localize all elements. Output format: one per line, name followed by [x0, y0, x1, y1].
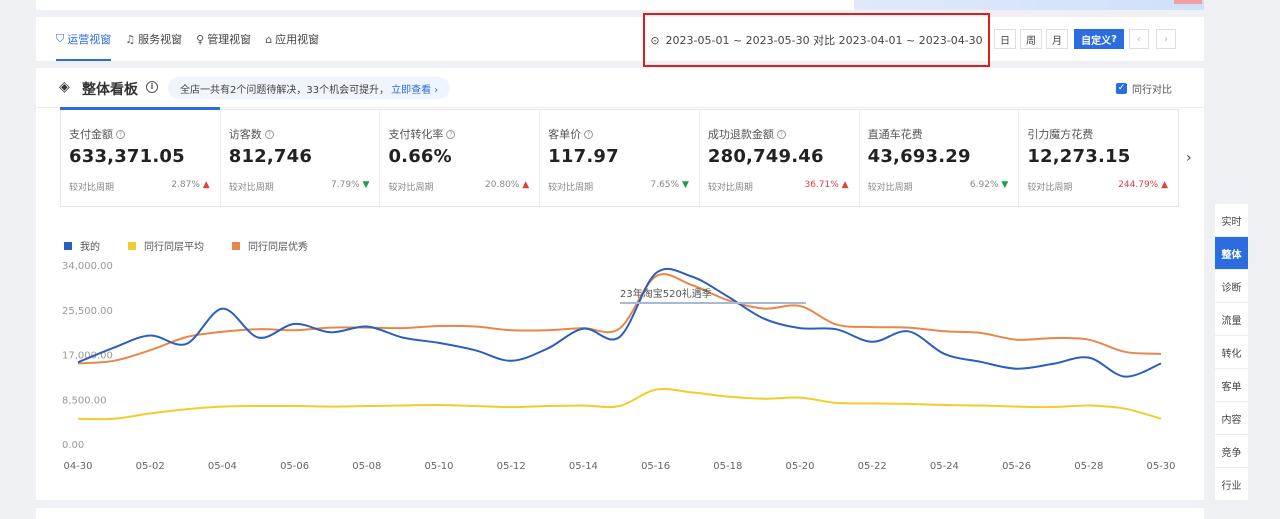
bulb-icon: ♀ [196, 32, 205, 46]
custom-label: 自定义 [1081, 35, 1112, 47]
chevron-right-icon: › [1164, 33, 1168, 45]
x-tick-label: 05-30 [1146, 461, 1175, 472]
overview-panel: ◈ 整体看板 i 全店一共有2个问题待解决，33个机会可提升， 立即查看 › ✓… [36, 68, 1204, 500]
x-tick-label: 05-10 [424, 461, 453, 472]
annotation-label: 23年淘宝520礼遇季 [620, 287, 712, 300]
period-week-button[interactable]: 周 [1020, 29, 1042, 49]
x-tick-label: 05-22 [858, 461, 887, 472]
x-tick-label: 05-20 [785, 461, 814, 472]
top-banner [854, 0, 1204, 10]
x-tick-label: 05-06 [280, 461, 309, 472]
shield-icon: ⛉ [56, 32, 65, 45]
help-icon: ? [1111, 33, 1117, 45]
x-tick-label: 05-18 [713, 461, 742, 472]
series-line[interactable] [77, 273, 1162, 365]
tab-label: 运营视窗 [67, 33, 112, 46]
tab-label: 服务视窗 [138, 33, 183, 46]
period-custom-button[interactable]: 自定义? [1074, 29, 1124, 49]
clock-icon: ⊙ [650, 33, 660, 47]
series-line[interactable] [77, 387, 1162, 421]
y-tick-label: 0.00 [62, 440, 84, 451]
y-axis: 34,000.00 25,500.00 17,000.00 8,500.00 0.00 [62, 261, 113, 451]
x-tick-label: 05-26 [1002, 461, 1031, 472]
next-period-button[interactable]: › [1156, 29, 1176, 49]
x-tick-label: 05-08 [352, 461, 381, 472]
y-tick-label: 25,500.00 [62, 306, 113, 317]
side-nav-item[interactable]: 行业 [1215, 468, 1248, 501]
tab-service-view[interactable]: ♫ 服务视窗 [125, 17, 182, 61]
x-tick-label: 05-16 [641, 461, 670, 472]
series-line[interactable] [77, 267, 1162, 378]
y-tick-label: 34,000.00 [62, 261, 113, 272]
date-range-picker[interactable]: ⊙ 2023-05-01 ~ 2023-05-30 对比 2023-04-01 ~… [643, 13, 990, 67]
store-icon: ⌂ [265, 32, 273, 46]
trend-chart: 34,000.0025,500.0017,000.008,500.000.00 … [62, 261, 1176, 472]
x-tick-label: 05-14 [569, 461, 598, 472]
side-nav-item[interactable]: 竞争 [1215, 435, 1248, 468]
x-tick-label: 05-24 [930, 461, 959, 472]
x-tick-label: 04-30 [63, 461, 92, 472]
side-nav-item[interactable]: 实时 [1215, 204, 1248, 237]
next-panel [36, 508, 1204, 519]
tab-label: 管理视窗 [207, 33, 252, 46]
view-tabs: ⛉ 运营视窗 ♫ 服务视窗 ♀ 管理视窗 ⌂ 应用视窗 [36, 17, 333, 61]
period-day-button[interactable]: 日 [994, 29, 1016, 49]
top-banner-accent [1174, 0, 1202, 4]
tab-application-view[interactable]: ⌂ 应用视窗 [265, 17, 319, 61]
x-tick-label: 05-04 [208, 461, 237, 472]
x-tick-label: 05-12 [497, 461, 526, 472]
chevron-left-icon: ‹ [1137, 33, 1141, 45]
y-tick-label: 8,500.00 [62, 395, 107, 406]
x-tick-label: 05-28 [1074, 461, 1103, 472]
period-month-button[interactable]: 月 [1046, 29, 1068, 49]
tab-management-view[interactable]: ♀ 管理视窗 [196, 17, 251, 61]
side-nav-item[interactable]: 诊断 [1215, 270, 1248, 303]
x-tick-label: 05-02 [136, 461, 165, 472]
side-nav-item[interactable]: 客单 [1215, 369, 1248, 402]
date-range-text: 2023-05-01 ~ 2023-05-30 对比 2023-04-01 ~ … [665, 34, 983, 47]
y-tick-label: 17,000.00 [62, 351, 113, 362]
top-strip [36, 0, 1204, 10]
headset-icon: ♫ [125, 32, 136, 46]
side-nav-item[interactable]: 流量 [1215, 303, 1248, 336]
x-axis: 04-30 05-02 05-04 05-06 05-08 05-10 05-12 05-14… [63, 461, 1175, 472]
prev-period-button[interactable]: ‹ [1129, 29, 1149, 49]
side-nav: 实时 整体 诊断 流量 转化 客单 内容 竞争 行业 [1215, 204, 1248, 501]
tab-label: 应用视窗 [275, 33, 320, 46]
side-nav-item[interactable]: 整体 [1215, 237, 1248, 270]
tab-operations-view[interactable]: ⛉ 运营视窗 [56, 17, 112, 61]
toolbar: ⛉ 运营视窗 ♫ 服务视窗 ♀ 管理视窗 ⌂ 应用视窗 ⊙ 2023-05-01 ~ 20… [36, 13, 1204, 67]
side-nav-item[interactable]: 内容 [1215, 402, 1248, 435]
side-nav-item[interactable]: 转化 [1215, 336, 1248, 369]
